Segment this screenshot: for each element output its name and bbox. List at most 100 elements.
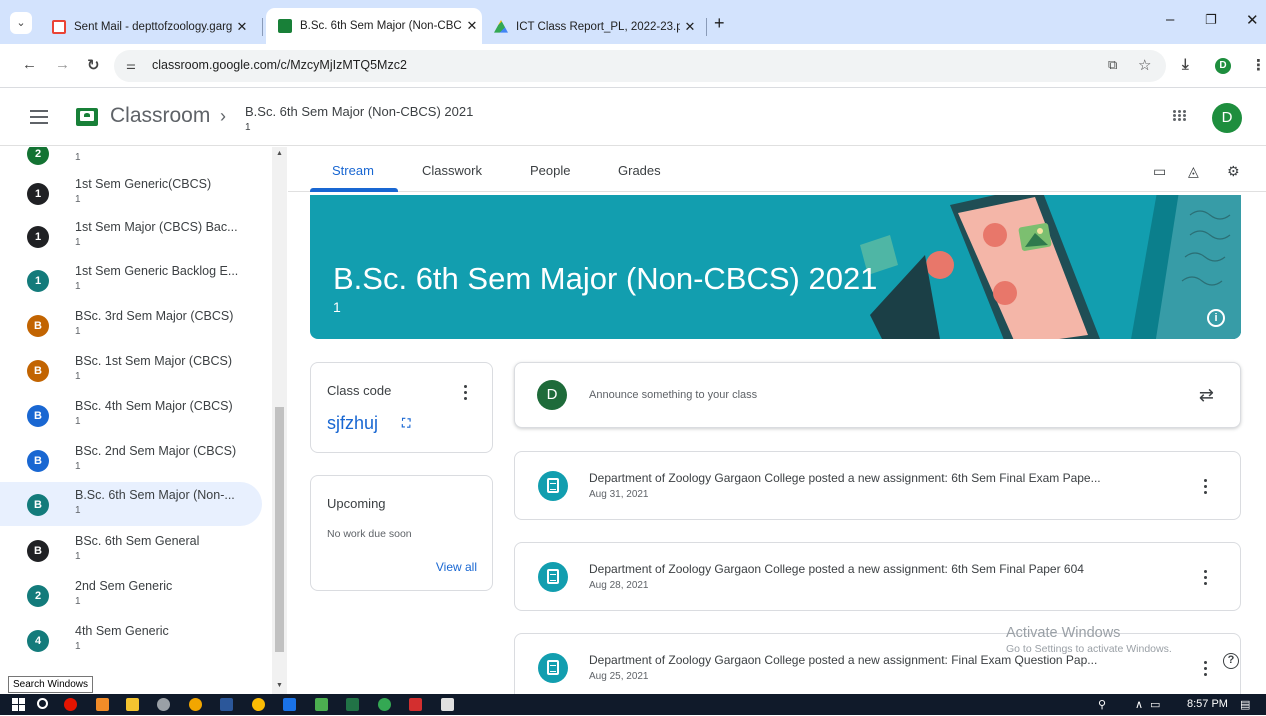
battery-icon[interactable]: ▭ [1150, 698, 1160, 711]
tab-title: ICT Class Report_PL, 2022-23.p [516, 21, 680, 33]
classroom-logo-icon[interactable] [76, 108, 98, 126]
clock[interactable]: 8:57 PM [1187, 698, 1228, 710]
sidebar-item-class[interactable]: 4 4th Sem Generic 1 [0, 618, 262, 662]
close-tab-icon[interactable]: ✕ [232, 19, 252, 35]
help-icon[interactable]: ? [1223, 653, 1239, 669]
upcoming-empty-text: No work due soon [327, 528, 412, 540]
sidebar-item-class[interactable]: 2 1 [0, 147, 262, 173]
back-icon[interactable]: ← [22, 56, 37, 73]
file-explorer-icon[interactable] [126, 698, 139, 711]
class-code-label: Class code [327, 383, 392, 398]
reuse-post-icon[interactable]: ⇄ [1199, 385, 1214, 406]
sidebar-item-class[interactable]: B BSc. 3rd Sem Major (CBCS) 1 [0, 303, 262, 347]
scroll-down-arrow-icon[interactable]: ▼ [276, 682, 283, 689]
tab-people[interactable]: People [530, 163, 570, 178]
view-all-link[interactable]: View all [436, 560, 477, 574]
main-menu-icon[interactable] [30, 110, 48, 128]
post-more-icon[interactable] [1204, 661, 1208, 679]
sidebar-item-class[interactable]: 1 1st Sem Generic(CBCS) 1 [0, 171, 262, 215]
reload-icon[interactable]: ↻ [87, 56, 100, 74]
close-window-icon[interactable]: ✕ [1246, 11, 1259, 29]
fullscreen-code-icon[interactable]: ⛶ [402, 416, 410, 431]
stream-post[interactable]: Department of Zoology Gargaon College po… [514, 451, 1241, 520]
sidebar-item-class[interactable]: 1 1st Sem Major (CBCS) Bac... 1 [0, 214, 262, 258]
class-code-more-icon[interactable] [464, 385, 468, 403]
app-icon[interactable] [441, 698, 454, 711]
app-icon[interactable] [96, 698, 109, 711]
windows-start-icon[interactable] [12, 698, 25, 711]
tab-separator [262, 18, 263, 36]
search-icon[interactable] [37, 698, 48, 709]
activate-windows-hint: Go to Settings to activate Windows. [1006, 643, 1172, 655]
post-more-icon[interactable] [1204, 570, 1208, 588]
new-tab-button[interactable]: + [714, 13, 725, 34]
classroom-favicon-icon [278, 19, 292, 33]
class-section: 1 [75, 416, 81, 427]
tray-chevron-icon[interactable]: ∧ [1135, 698, 1143, 711]
tab-stream[interactable]: Stream [332, 163, 374, 178]
close-tab-icon[interactable]: ✕ [680, 19, 700, 35]
sidebar-item-class[interactable]: B BSc. 1st Sem Major (CBCS) 1 [0, 348, 262, 392]
browser-tab-drive[interactable]: ICT Class Report_PL, 2022-23.p ✕ [494, 16, 700, 38]
tab-title: Sent Mail - depttofzoology.garg [74, 21, 232, 33]
sidebar-item-class[interactable]: 2 2nd Sem Generic 1 [0, 573, 262, 617]
browser-tab-gmail[interactable]: Sent Mail - depttofzoology.garg ✕ [52, 16, 252, 38]
excel-icon[interactable] [346, 698, 359, 711]
post-more-icon[interactable] [1204, 479, 1208, 497]
chrome-canary-icon[interactable] [189, 698, 202, 711]
sidebar-item-class[interactable]: B BSc. 4th Sem Major (CBCS) 1 [0, 393, 262, 437]
sidebar-item-class[interactable]: B BSc. 6th Sem General 1 [0, 528, 262, 572]
tab-classwork[interactable]: Classwork [422, 163, 482, 178]
app-icon[interactable] [315, 698, 328, 711]
word-icon[interactable] [220, 698, 233, 711]
app-brand[interactable]: Classroom [110, 104, 210, 128]
google-apps-icon[interactable] [1173, 110, 1187, 121]
classroom-header: Classroom › B.Sc. 6th Sem Major (Non-CBC… [0, 88, 1266, 146]
opera-icon[interactable] [64, 698, 77, 711]
calendar-icon[interactable]: ▭ [1153, 163, 1166, 180]
scroll-up-arrow-icon[interactable]: ▲ [276, 150, 283, 157]
chrome-icon[interactable] [378, 698, 391, 711]
stream-post[interactable]: Department of Zoology Gargaon College po… [514, 542, 1241, 611]
restore-icon[interactable]: ❐ [1205, 12, 1217, 28]
announce-placeholder[interactable]: Announce something to your class [589, 389, 757, 401]
forward-icon[interactable]: → [55, 56, 70, 73]
sidebar-scrollbar[interactable]: ▲ ▼ [272, 147, 287, 694]
people-icon[interactable]: ⚲ [1098, 698, 1106, 711]
announce-box[interactable]: D Announce something to your class ⇄ [514, 362, 1241, 428]
close-tab-icon[interactable]: ✕ [462, 18, 482, 34]
class-info-icon[interactable]: i [1207, 309, 1225, 327]
app-icon[interactable] [157, 698, 170, 711]
class-code-value: sjfzhuj [327, 413, 379, 433]
acrobat-icon[interactable] [409, 698, 422, 711]
browser-tab-classroom[interactable]: B.Sc. 6th Sem Major (Non-CBCS ✕ [266, 8, 482, 44]
windows-taskbar: ⚲ ∧ ▭ 8:57 PM ▤ [0, 694, 1266, 715]
browser-menu-icon[interactable]: ⋮ [1251, 56, 1266, 74]
notifications-icon[interactable]: ▤ [1240, 698, 1250, 711]
settings-gear-icon[interactable]: ⚙ [1227, 163, 1240, 180]
tab-search-icon[interactable]: ⌄ [10, 12, 32, 34]
install-app-icon[interactable]: ⧉ [1108, 57, 1117, 73]
post-title[interactable]: Department of Zoology Gargaon College po… [589, 562, 1189, 576]
sidebar-item-class[interactable]: 1 1st Sem Generic Backlog E... 1 [0, 258, 262, 302]
post-title[interactable]: Department of Zoology Gargaon College po… [589, 653, 1189, 667]
app-icon[interactable] [283, 698, 296, 711]
bookmark-star-icon[interactable]: ☆ [1138, 56, 1151, 74]
scrollbar-thumb[interactable] [275, 407, 284, 652]
breadcrumb-class-title: B.Sc. 6th Sem Major (Non-CBCS) 2021 [245, 104, 474, 119]
sidebar-item-class-active[interactable]: B B.Sc. 6th Sem Major (Non-... 1 [0, 482, 262, 526]
address-bar[interactable]: ⚌ classroom.google.com/c/MzcyMjIzMTQ5Mzc… [114, 50, 1166, 82]
chrome-icon[interactable] [252, 698, 265, 711]
post-title[interactable]: Department of Zoology Gargaon College po… [589, 471, 1189, 485]
account-avatar[interactable]: D [1212, 103, 1242, 133]
profile-avatar[interactable]: D [1215, 58, 1231, 74]
sidebar-item-class[interactable]: B BSc. 2nd Sem Major (CBCS) 1 [0, 438, 262, 482]
site-info-icon[interactable]: ⚌ [126, 59, 136, 72]
assignment-icon [538, 562, 568, 592]
url-text[interactable]: classroom.google.com/c/MzcyMjIzMTQ5Mzc2 [152, 58, 407, 72]
assignment-icon [538, 471, 568, 501]
downloads-icon[interactable]: ⤓ [1182, 56, 1189, 73]
tab-grades[interactable]: Grades [618, 163, 661, 178]
drive-folder-icon[interactable]: ◬ [1188, 163, 1199, 180]
minimize-icon[interactable]: – [1166, 11, 1174, 28]
